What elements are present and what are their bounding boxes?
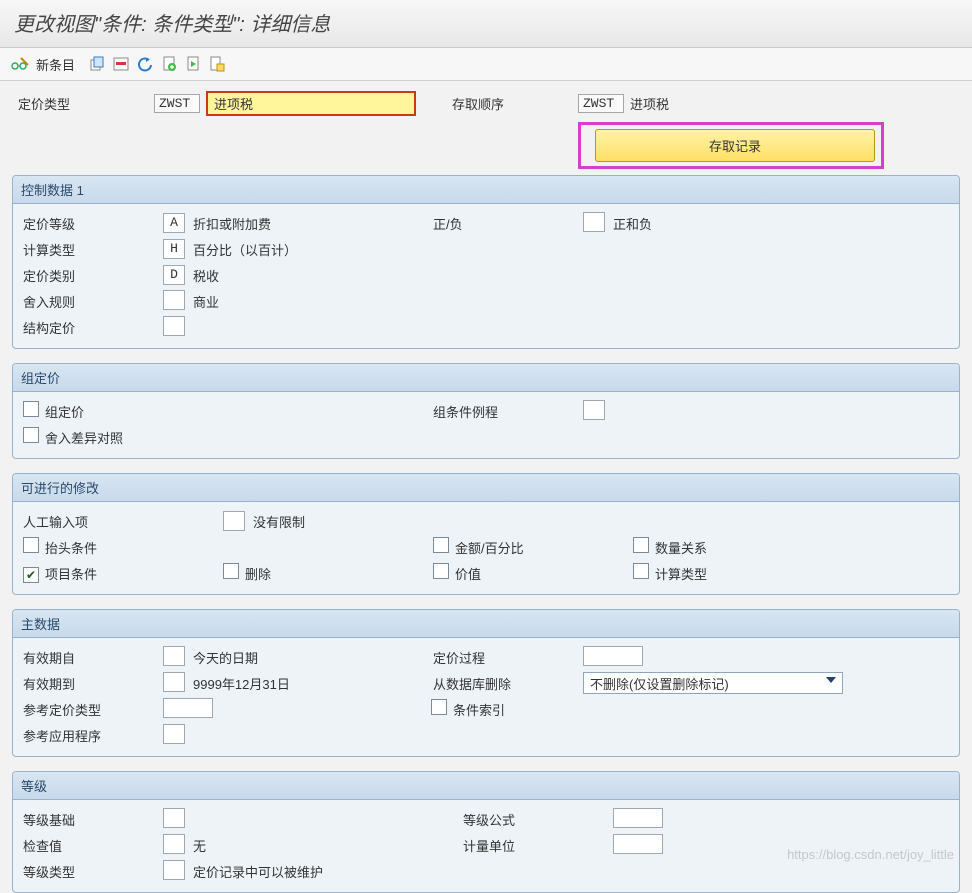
- valid-to-text: 9999年12月31日: [193, 674, 433, 693]
- valid-to-input[interactable]: [163, 672, 185, 692]
- value-checkbox[interactable]: [433, 563, 449, 579]
- valid-to-label: 有效期到: [23, 674, 163, 693]
- chevron-down-icon: [826, 677, 836, 683]
- no-limit-text: 没有限制: [253, 512, 305, 531]
- scale-type-input[interactable]: [163, 860, 185, 880]
- round-diff-checkbox[interactable]: [23, 427, 39, 443]
- uom-input[interactable]: [613, 834, 663, 854]
- scale-formula-input[interactable]: [613, 808, 663, 828]
- calc-type-checkbox[interactable]: [633, 563, 649, 579]
- undo-icon[interactable]: [135, 54, 155, 74]
- panel-title: 组定价: [13, 364, 959, 392]
- posneg-input[interactable]: [583, 212, 605, 232]
- pricing-proc-input[interactable]: [583, 646, 643, 666]
- pricing-proc-label: 定价过程: [433, 648, 583, 667]
- pricing-type-code[interactable]: ZWST: [154, 94, 200, 113]
- rounding-text: 商业: [193, 292, 433, 311]
- toolbar: 新条目: [0, 48, 972, 81]
- check-val-label: 检查值: [23, 836, 163, 855]
- access-seq-label: 存取顺序: [452, 94, 572, 113]
- check-val-input[interactable]: [163, 834, 185, 854]
- panel-scale: 等级 等级基础 等级公式 检查值 无 计量单位 等级类型 定价记录中可以被维护: [12, 771, 960, 893]
- amount-pct-label: 金额/百分比: [455, 541, 524, 556]
- delete-row-icon[interactable]: [111, 54, 131, 74]
- amount-pct-checkbox[interactable]: [433, 537, 449, 553]
- pricing-level-text: 折扣或附加费: [193, 214, 433, 233]
- ref-type-input[interactable]: [163, 698, 213, 718]
- qty-rel-checkbox[interactable]: [633, 537, 649, 553]
- rounding-label: 舍入规则: [23, 292, 163, 311]
- calc-type-label: 计算类型: [23, 240, 163, 259]
- delete-checkbox[interactable]: [223, 563, 239, 579]
- page-title: 更改视图"条件: 条件类型": 详细信息: [0, 0, 972, 48]
- access-record-button[interactable]: 存取记录: [595, 129, 875, 162]
- item-cond-checkbox[interactable]: ✔: [23, 567, 39, 583]
- manual-entry-input[interactable]: [223, 511, 245, 531]
- copy-icon[interactable]: [87, 54, 107, 74]
- ref-app-input[interactable]: [163, 724, 185, 744]
- manual-entry-label: 人工输入项: [23, 512, 223, 531]
- group-cond-routine-input[interactable]: [583, 400, 605, 420]
- calc-type-text: 百分比（以百计）: [193, 240, 433, 259]
- group-pricing-label: 组定价: [45, 405, 84, 420]
- posneg-label: 正/负: [433, 214, 583, 233]
- struct-pricing-label: 结构定价: [23, 318, 163, 337]
- delete-label: 删除: [245, 567, 271, 582]
- panel-group-pricing: 组定价 组定价 组条件例程 舍入差异对照: [12, 363, 960, 459]
- ref-type-label: 参考定价类型: [23, 700, 163, 719]
- value-label: 价值: [455, 567, 481, 582]
- valid-from-label: 有效期自: [23, 648, 163, 667]
- access-seq-code[interactable]: ZWST: [578, 94, 624, 113]
- pricing-type-label: 定价类型: [18, 94, 148, 113]
- scale-type-label: 等级类型: [23, 862, 163, 881]
- struct-pricing-input[interactable]: [163, 316, 185, 336]
- group-pricing-checkbox[interactable]: [23, 401, 39, 417]
- panel-title: 等级: [13, 772, 959, 800]
- del-db-label: 从数据库删除: [433, 674, 583, 693]
- uom-label: 计量单位: [463, 836, 613, 855]
- scale-base-label: 等级基础: [23, 810, 163, 829]
- glasses-pencil-icon[interactable]: [10, 54, 30, 74]
- del-db-select[interactable]: 不删除(仅设置删除标记): [583, 672, 843, 694]
- header-cond-checkbox[interactable]: [23, 537, 39, 553]
- rounding-input[interactable]: [163, 290, 185, 310]
- panel-control-data-1: 控制数据 1 定价等级 A 折扣或附加费 正/负 正和负 计算类型 H 百分比（…: [12, 175, 960, 349]
- calc-type-label: 计算类型: [655, 567, 707, 582]
- pricing-level-label: 定价等级: [23, 214, 163, 233]
- pricing-cat-code[interactable]: D: [163, 265, 185, 285]
- access-seq-desc: 进项税: [630, 94, 669, 113]
- scale-formula-label: 等级公式: [463, 810, 613, 829]
- pricing-cat-text: 税收: [193, 266, 433, 285]
- pricing-type-desc-input[interactable]: 进项税: [206, 91, 416, 116]
- scale-base-input[interactable]: [163, 808, 185, 828]
- page-add-icon[interactable]: [159, 54, 179, 74]
- watermark: https://blog.csdn.net/joy_little: [787, 847, 954, 862]
- panel-master-data: 主数据 有效期自 今天的日期 定价过程 有效期到 9999年12月31日 从数据…: [12, 609, 960, 757]
- calc-type-code[interactable]: H: [163, 239, 185, 259]
- panel-modifiable: 可进行的修改 人工输入项 没有限制 抬头条件 金额/百分比 数量关系 ✔ 项目条件…: [12, 473, 960, 595]
- cond-index-checkbox[interactable]: [431, 699, 447, 715]
- cond-index-label: 条件索引: [453, 703, 505, 718]
- scale-type-text: 定价记录中可以被维护: [193, 862, 323, 881]
- posneg-text: 正和负: [613, 214, 949, 233]
- item-cond-label: 项目条件: [45, 567, 97, 582]
- valid-from-text: 今天的日期: [193, 648, 433, 667]
- panel-title: 控制数据 1: [13, 176, 959, 204]
- page-next-icon[interactable]: [183, 54, 203, 74]
- page-config-icon[interactable]: [207, 54, 227, 74]
- new-entry-label[interactable]: 新条目: [36, 55, 75, 74]
- del-db-value: 不删除(仅设置删除标记): [590, 674, 729, 693]
- ref-app-label: 参考应用程序: [23, 726, 163, 745]
- pricing-cat-label: 定价类别: [23, 266, 163, 285]
- highlight-frame: 存取记录: [578, 122, 884, 169]
- valid-from-input[interactable]: [163, 646, 185, 666]
- pricing-level-code[interactable]: A: [163, 213, 185, 233]
- qty-rel-label: 数量关系: [655, 541, 707, 556]
- panel-title: 主数据: [13, 610, 959, 638]
- round-diff-label: 舍入差异对照: [45, 431, 123, 446]
- panel-title: 可进行的修改: [13, 474, 959, 502]
- group-cond-routine-label: 组条件例程: [433, 402, 583, 421]
- check-val-text: 无: [193, 836, 463, 855]
- header-cond-label: 抬头条件: [45, 541, 97, 556]
